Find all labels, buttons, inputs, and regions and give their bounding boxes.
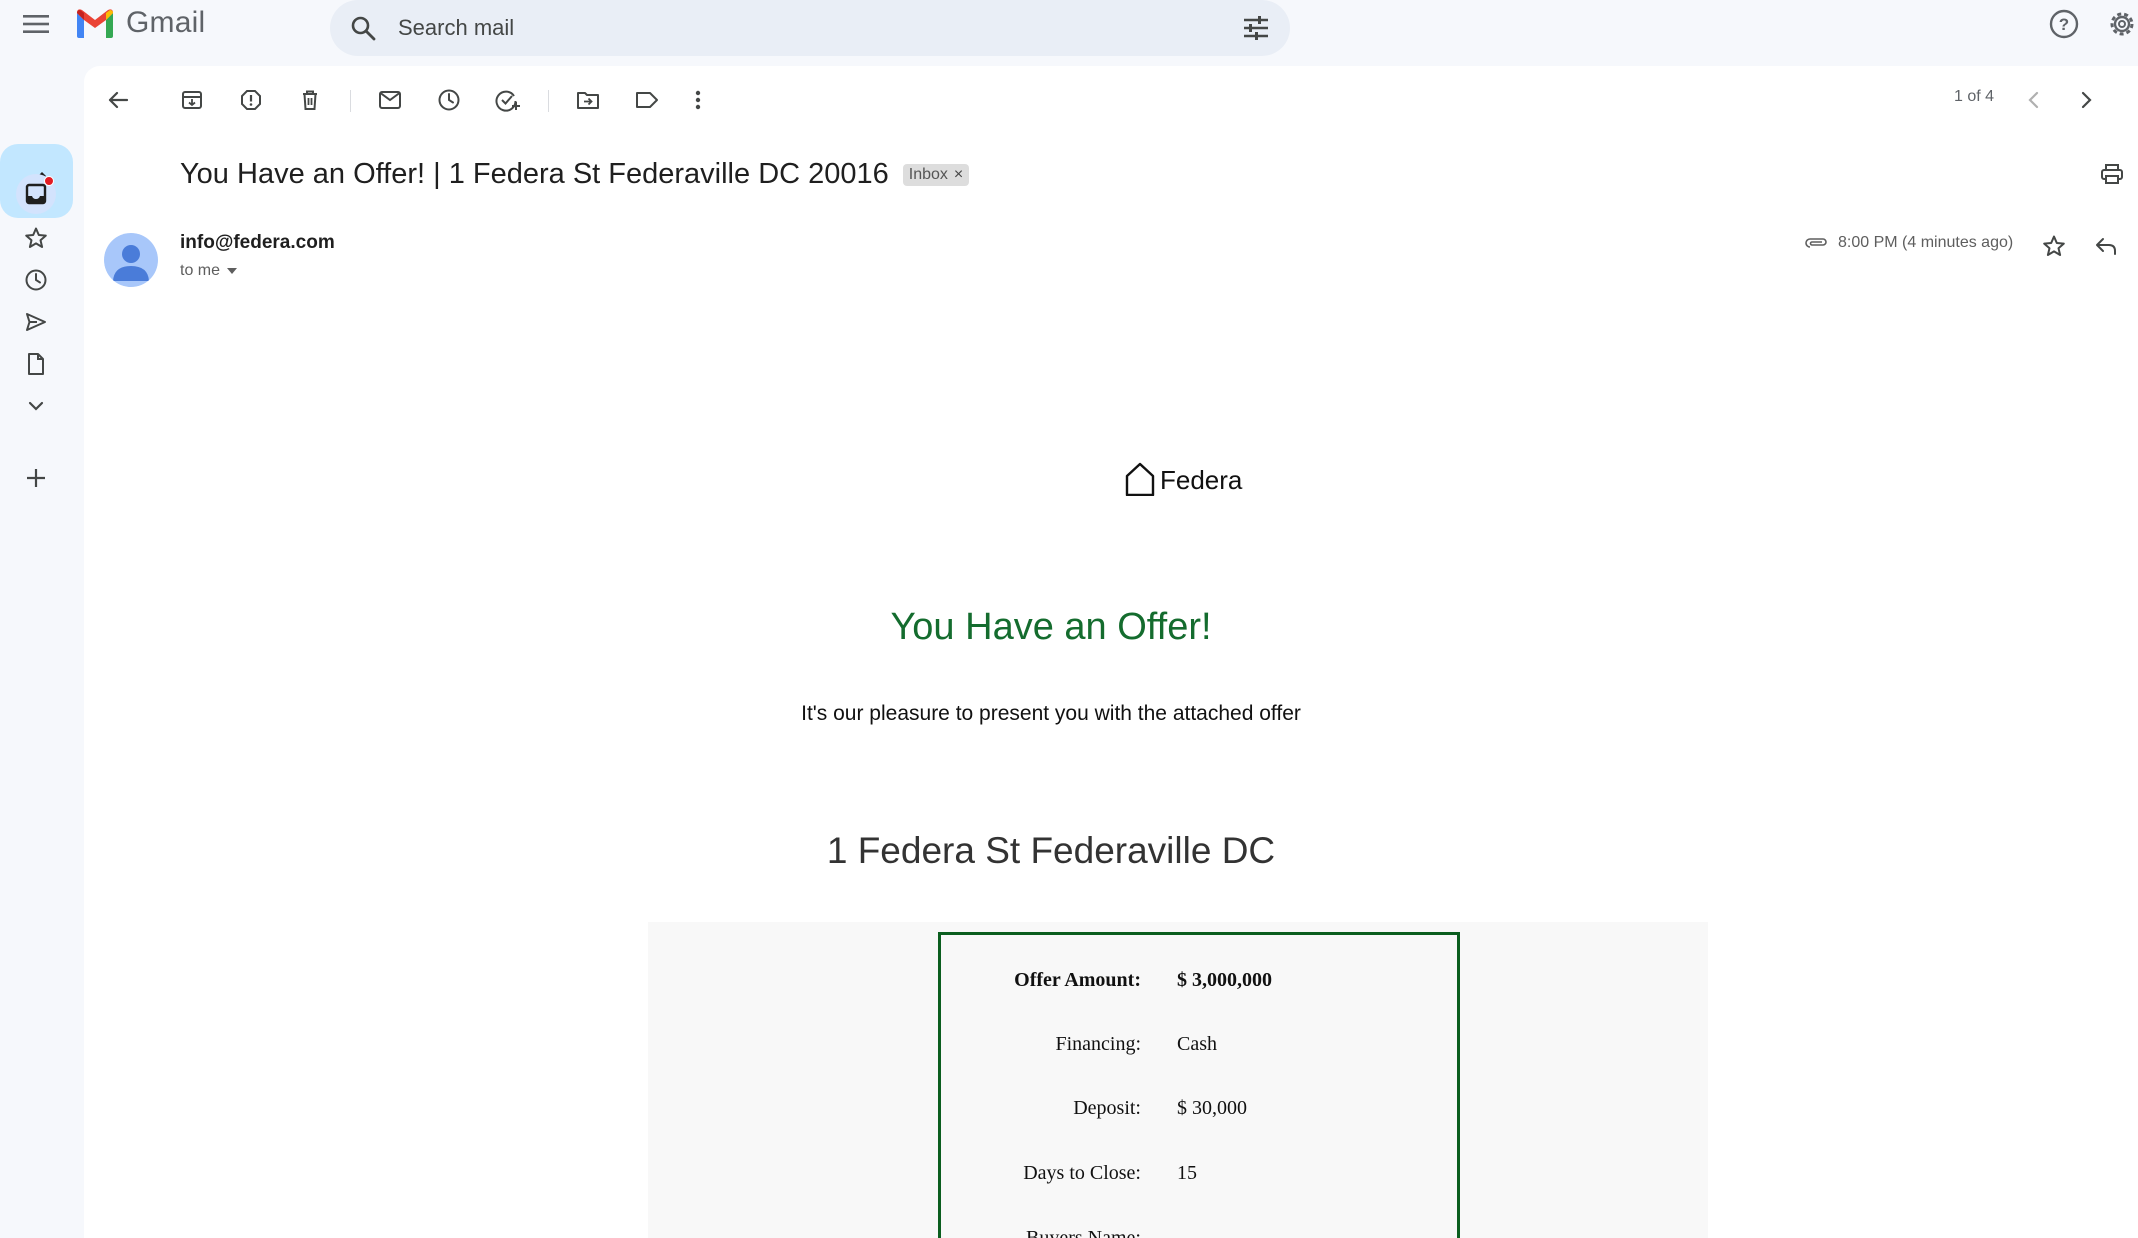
older-button[interactable]	[2070, 84, 2102, 116]
print-button[interactable]	[2096, 158, 2128, 190]
offer-value: Cash	[1177, 1033, 1217, 1055]
print-icon	[2101, 164, 2123, 184]
chevron-left-icon	[2028, 91, 2039, 109]
subject-line: You Have an Offer! | 1 Federa St Federav…	[180, 158, 970, 191]
offer-value: $ 30,000	[1177, 1097, 1247, 1119]
federa-logo: Federa	[1124, 462, 1242, 496]
labels-button[interactable]	[631, 84, 663, 116]
offer-label: Offer Amount:	[1014, 969, 1141, 991]
more-vert-icon	[695, 90, 701, 110]
toolbar-divider	[548, 90, 549, 112]
brand-name: Federa	[1160, 465, 1243, 495]
recipient-text: to me	[180, 262, 221, 279]
rail-create-label[interactable]	[20, 462, 52, 494]
settings-icon	[2110, 12, 2134, 36]
menu-icon	[23, 15, 49, 33]
more-actions-button[interactable]	[682, 84, 714, 116]
recipient-details-toggle[interactable]: to me	[180, 262, 238, 280]
remove-label-button[interactable]: ×	[954, 166, 963, 184]
move-to-button[interactable]	[572, 84, 604, 116]
offer-intro: It's our pleasure to present you with th…	[801, 702, 1301, 725]
delete-button[interactable]	[294, 84, 326, 116]
archive-icon	[182, 91, 202, 109]
sender-email[interactable]: info@federa.com	[180, 232, 335, 254]
caret-down-icon	[227, 268, 238, 274]
offer-label: Buyers Name:	[1026, 1227, 1141, 1238]
email-subject: You Have an Offer! | 1 Federa St Federav…	[180, 158, 889, 190]
draft-icon	[28, 353, 44, 375]
rail-starred[interactable]	[20, 222, 52, 254]
send-icon	[26, 313, 46, 331]
snooze-icon	[438, 89, 460, 111]
offer-headline: You Have an Offer!	[890, 606, 1212, 648]
archive-button[interactable]	[176, 84, 208, 116]
snooze-button[interactable]	[433, 84, 465, 116]
offer-details-box: Offer Amount: $ 3,000,000 Financing: Cas…	[938, 932, 1460, 1238]
search-input[interactable]: Search mail	[398, 15, 1242, 41]
gmail-logo-icon	[77, 9, 113, 38]
mark-unread-button[interactable]	[374, 84, 406, 116]
label-icon	[636, 92, 658, 108]
inbox-icon	[25, 183, 47, 205]
offer-label: Deposit:	[1073, 1097, 1141, 1119]
top-bar: Gmail Search mail ?	[0, 0, 2138, 66]
mail-icon	[379, 91, 401, 109]
unread-dot	[44, 176, 54, 186]
search-icon[interactable]	[350, 15, 376, 41]
search-bar[interactable]: Search mail	[330, 0, 1290, 56]
app-name: Gmail	[126, 6, 206, 39]
attachment-icon	[1805, 238, 1827, 248]
star-icon	[2043, 235, 2065, 256]
offer-value: 15	[1177, 1162, 1197, 1184]
reply-button[interactable]	[2090, 230, 2122, 262]
report-spam-button[interactable]	[235, 84, 267, 116]
gmail-logo[interactable]: Gmail	[74, 6, 205, 40]
newer-button[interactable]	[2018, 84, 2050, 116]
clock-icon	[25, 269, 47, 291]
property-address: 1 Federa St Federaville DC	[826, 830, 1276, 871]
back-button[interactable]	[102, 84, 134, 116]
chip-label: Inbox	[908, 165, 948, 183]
move-to-icon	[577, 92, 599, 109]
report-spam-icon	[241, 90, 261, 110]
offer-label: Days to Close:	[1023, 1162, 1141, 1184]
rail-snoozed[interactable]	[20, 264, 52, 296]
add-task-button[interactable]	[492, 84, 524, 116]
add-task-icon	[495, 90, 520, 112]
left-rail	[0, 66, 84, 1238]
trash-icon	[303, 90, 317, 110]
star-icon	[25, 227, 47, 248]
chevron-down-icon	[28, 401, 44, 411]
person-icon	[104, 233, 158, 287]
avatar[interactable]	[104, 233, 158, 287]
rail-drafts[interactable]	[20, 348, 52, 380]
filter-options-icon[interactable]	[1242, 16, 1270, 40]
rail-sent[interactable]	[20, 306, 52, 338]
message-meta: 8:00 PM (4 minutes ago)	[1804, 234, 2013, 252]
settings-button[interactable]	[2106, 8, 2138, 45]
main-menu-button[interactable]	[18, 10, 54, 38]
offer-value: $ 3,000,000	[1177, 969, 1272, 991]
rail-more[interactable]	[20, 390, 52, 422]
rail-inbox[interactable]	[16, 174, 56, 214]
inbox-label-chip[interactable]: Inbox ×	[902, 163, 970, 186]
plus-icon	[27, 469, 45, 487]
chevron-right-icon	[2081, 91, 2092, 109]
help-icon: ?	[2049, 9, 2079, 39]
message-view: 1 of 4 You Have an Offer! | 1 Federa St …	[84, 66, 2138, 1238]
svg-text:?: ?	[2059, 15, 2069, 34]
back-arrow-icon	[108, 91, 129, 109]
house-icon	[1125, 462, 1155, 496]
toolbar-divider	[350, 90, 351, 112]
star-button[interactable]	[2038, 230, 2070, 262]
help-button[interactable]: ?	[2048, 8, 2080, 45]
reply-icon	[2096, 238, 2116, 255]
message-time: 8:00 PM (4 minutes ago)	[1838, 234, 2014, 251]
offer-label: Financing:	[1055, 1033, 1141, 1055]
pager-count: 1 of 4	[1954, 88, 1995, 105]
